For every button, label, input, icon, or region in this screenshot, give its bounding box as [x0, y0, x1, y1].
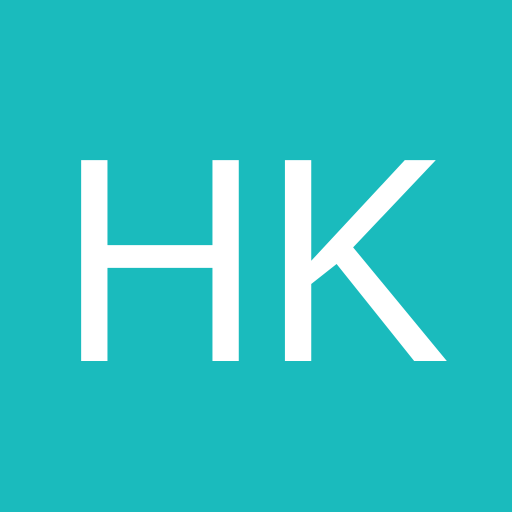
avatar: HK — [0, 0, 512, 512]
avatar-initials-graphic: HK — [58, 97, 450, 423]
avatar-initials: HK — [58, 97, 450, 423]
